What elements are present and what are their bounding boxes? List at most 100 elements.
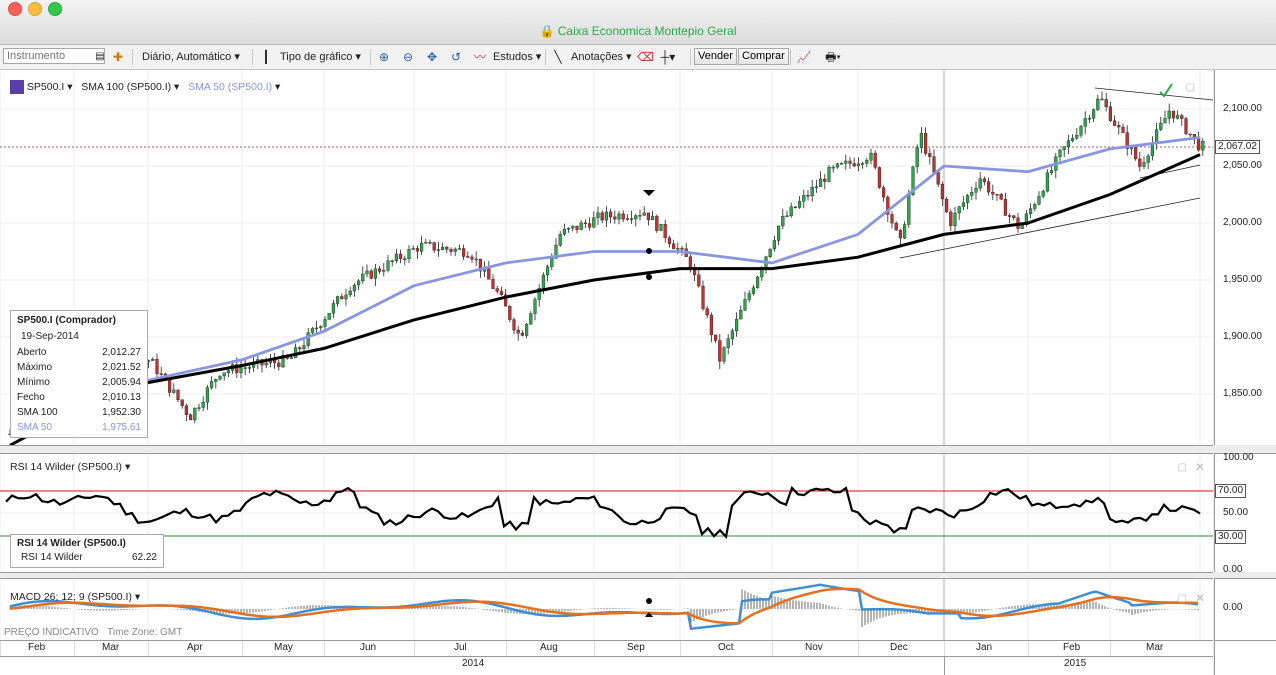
month-tick — [242, 641, 243, 656]
maximize-window-button[interactable] — [48, 2, 62, 16]
sma50-line[interactable] — [9, 136, 1201, 436]
legend-symbol[interactable]: SP500.I — [27, 81, 64, 93]
month-label: May — [274, 642, 293, 653]
chart-settings-icon[interactable]: 📈 — [796, 49, 812, 65]
window-titlebar: 🔒 Caixa Economica Montepio Geral — [0, 0, 1276, 45]
rsi-info-box: RSI 14 Wilder (SP500.I) RSI 14 Wilder 62.… — [10, 534, 164, 568]
toolbar-separator — [690, 49, 691, 65]
macd-legend[interactable]: MACD 26; 12; 9 (SP500.I) ▾ — [10, 591, 140, 603]
trendline-resistance[interactable] — [1094, 87, 1213, 101]
instrument-input[interactable] — [3, 48, 105, 64]
month-tick — [1028, 641, 1029, 656]
month-tick — [680, 641, 681, 656]
month-tick — [594, 641, 595, 656]
price-chart-pane[interactable]: SP500.I ▾ SMA 100 (SP500.I) ▾ SMA 50 (SP… — [0, 70, 1213, 446]
instrument-picker-icon[interactable]: ▤ — [92, 49, 108, 65]
main-legend: SP500.I ▾ SMA 100 (SP500.I) ▾ SMA 50 (SP… — [10, 80, 280, 94]
price-candles — [8, 91, 1205, 439]
month-label: Jun — [360, 642, 377, 653]
legend-sma50[interactable]: SMA 50 (SP500.I) — [188, 81, 272, 93]
price-grid — [0, 70, 1213, 445]
legend-sma100[interactable]: SMA 100 (SP500.I) — [81, 81, 171, 93]
macd-axis[interactable]: 0.00 — [1214, 578, 1276, 641]
info-row: Aberto 2,012.27 — [17, 347, 141, 358]
pane-close-icon[interactable]: ✕ — [1195, 591, 1205, 605]
annotations-dropdown[interactable]: Anotações ▾ — [571, 48, 632, 66]
macd-pane[interactable]: MACD 26; 12; 9 (SP500.I) ▾ ▢ ✕ PREÇO IND… — [0, 578, 1213, 641]
sma100-line[interactable] — [9, 153, 1201, 445]
month-label: Nov — [805, 642, 823, 653]
month-label: Mar — [102, 642, 120, 653]
sell-button[interactable]: Vender — [694, 48, 737, 65]
rsi-pane[interactable]: RSI 14 Wilder (SP500.I) ▾ ▢ ✕ RSI 14 Wil… — [0, 453, 1213, 573]
month-label: Feb — [1063, 642, 1081, 653]
toolbar-separator — [370, 49, 371, 65]
minimize-window-button[interactable] — [28, 2, 42, 16]
info-row: Máximo 2,021.52 — [17, 362, 141, 373]
price-tick: 1,900.00 — [1223, 331, 1262, 342]
print-icon[interactable]: 🖶▾ — [820, 49, 846, 65]
close-window-button[interactable] — [8, 2, 22, 16]
checkmark-icon — [1159, 83, 1173, 98]
month-label: Oct — [718, 642, 734, 653]
period-dropdown[interactable]: Diário, Automático ▾ — [142, 48, 240, 66]
rsi-tick: 70.00 — [1215, 484, 1247, 498]
crosshair-sma100-marker — [646, 274, 652, 280]
month-label: Apr — [187, 642, 203, 653]
trendline-support[interactable] — [899, 197, 1201, 259]
info-row: SMA 100 1,952.30 — [17, 407, 141, 418]
year-label: 2015 — [1064, 658, 1087, 669]
rsi-tick: 50.00 — [1223, 507, 1249, 518]
month-tick — [772, 641, 773, 656]
buy-button[interactable]: Comprar — [738, 48, 789, 65]
price-tick: 2,050.00 — [1223, 160, 1262, 171]
month-label: Mar — [1146, 642, 1164, 653]
rsi-tick: 100.00 — [1223, 452, 1254, 463]
month-tick — [74, 641, 75, 656]
pane-restore-icon[interactable]: ▢ — [1178, 593, 1187, 604]
chart-type-dropdown[interactable]: Tipo de gráfico ▾ — [280, 48, 361, 66]
month-tick — [506, 641, 507, 656]
macd-signal-line[interactable] — [9, 587, 1199, 625]
month-tick — [414, 641, 415, 656]
pane-restore-icon[interactable]: ▢ — [1178, 462, 1187, 473]
price-axis[interactable]: 2,100.00 2,050.00 2,000.00 1,950.00 1,90… — [1214, 70, 1276, 445]
corner-cell — [1214, 640, 1276, 675]
pane-restore-icon[interactable]: ▢ — [1186, 82, 1195, 93]
studies-icon: 〰 — [473, 50, 486, 64]
eraser-icon[interactable]: ⌫ — [637, 49, 654, 65]
info-row: Mínimo 2,005.94 — [17, 377, 141, 388]
info-row: Fecho 2,010.13 — [17, 392, 141, 403]
month-tick — [858, 641, 859, 656]
zoom-out-icon[interactable]: ⊖ — [400, 49, 416, 65]
rsi-legend[interactable]: RSI 14 Wilder (SP500.I) ▾ — [10, 461, 130, 473]
info-box: SP500.I (Comprador) 19-Sep-2014 Aberto 2,… — [10, 310, 148, 438]
toolbar: ▤ ✚ Diário, Automático ▾ ┃ Tipo de gráfi… — [0, 45, 1276, 70]
reset-icon[interactable]: ↺ — [448, 49, 464, 65]
rsi-line[interactable] — [5, 485, 1201, 540]
lock-icon: 🔒 — [539, 24, 555, 38]
pane-close-icon[interactable]: ✕ — [1195, 460, 1205, 474]
month-label: Jul — [454, 642, 467, 653]
crosshair-macd-marker — [646, 598, 652, 604]
studies-dropdown[interactable]: Estudos ▾ — [493, 48, 541, 66]
fit-screen-icon[interactable]: ✥ — [424, 49, 440, 65]
rsi-box-row: RSI 14 Wilder 62.22 — [21, 552, 157, 563]
month-tick — [324, 641, 325, 656]
month-tick — [148, 641, 149, 656]
toolbar-separator — [132, 49, 133, 65]
info-date: 19-Sep-2014 — [21, 331, 79, 342]
rsi-tick: 30.00 — [1215, 530, 1247, 544]
month-label: Feb — [28, 642, 46, 653]
info-row: SMA 50 1,975.61 — [17, 422, 141, 433]
month-label: Dec — [890, 642, 908, 653]
time-axis[interactable]: Feb Mar Apr May Jun Jul Aug Sep Oct Nov Dec Jan Feb M… — [0, 640, 1213, 675]
year-label: 2014 — [462, 658, 485, 669]
month-label: Aug — [540, 642, 558, 653]
rsi-axis[interactable]: 100.00 70.00 50.00 30.00 0.00 — [1214, 452, 1276, 575]
month-tick — [944, 641, 945, 656]
add-instrument-icon[interactable]: ✚ — [110, 49, 126, 65]
zoom-in-icon[interactable]: ⊕ — [376, 49, 392, 65]
crosshair-icon[interactable]: ┼▾ — [660, 49, 676, 65]
price-tick: 2,100.00 — [1223, 103, 1262, 114]
